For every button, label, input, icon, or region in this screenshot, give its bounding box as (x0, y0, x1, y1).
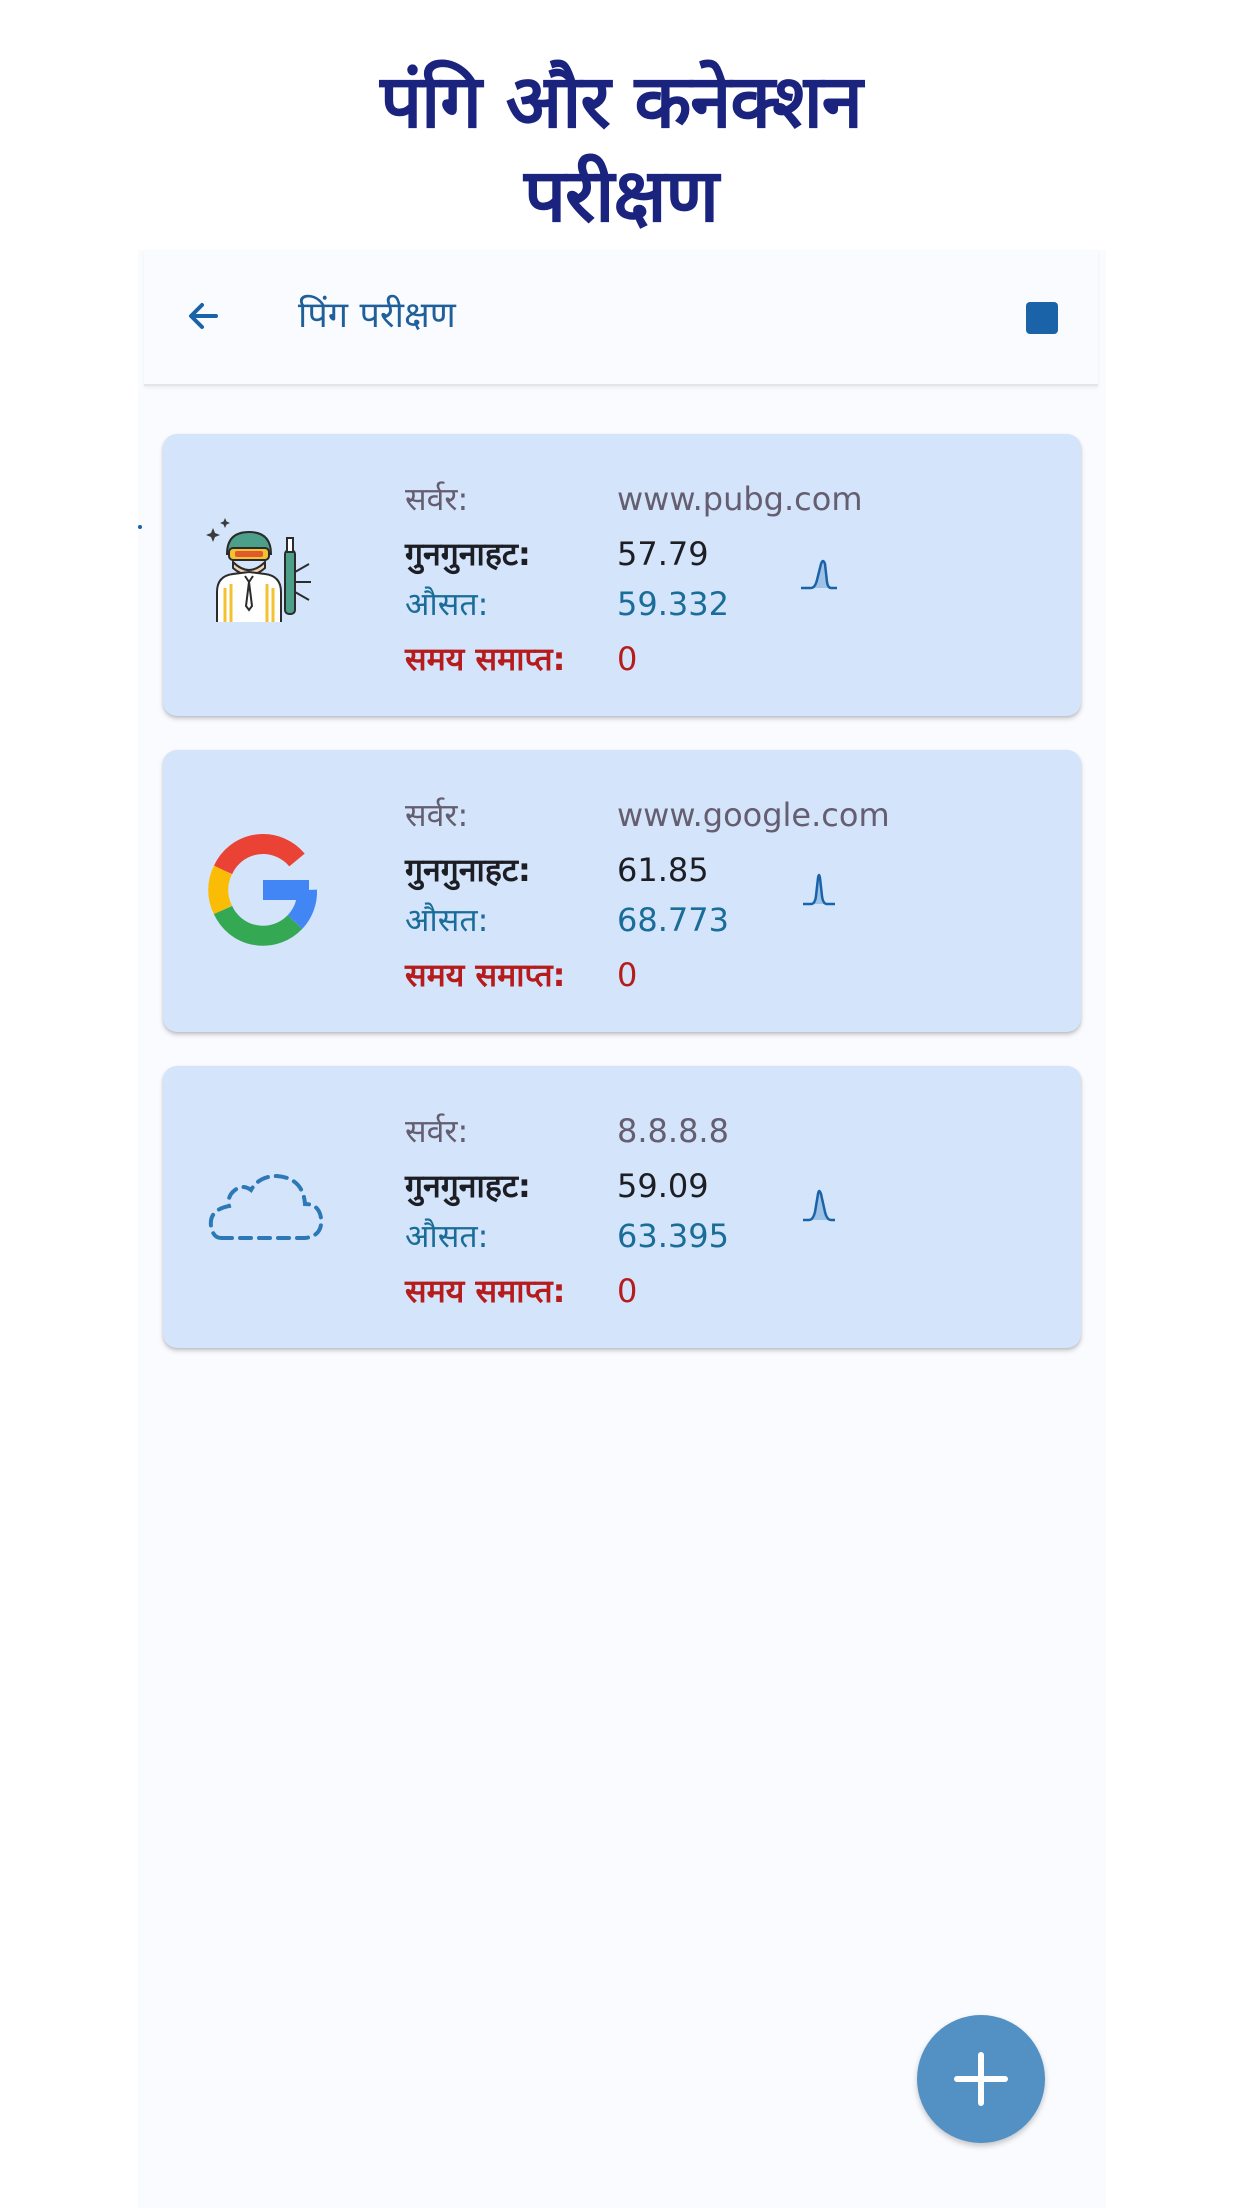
ping-sparkline-icon (803, 1189, 835, 1222)
arrow-left-icon (189, 303, 218, 329)
timeout-label: समय समाप्त: (405, 640, 566, 678)
average-value: 63.395 (617, 1217, 729, 1255)
timeout-label: समय समाप्त: (405, 956, 566, 994)
jitter-value: 59.09 (617, 1167, 709, 1205)
ping-sparkline-icon (801, 559, 837, 590)
average-label: औसत: (405, 1217, 489, 1255)
average-label: औसत: (405, 585, 489, 623)
promo-title-line-2: परीक्षण (523, 153, 719, 239)
timeout-value: 0 (617, 956, 638, 994)
server-label: सर्वर: (405, 796, 469, 834)
ping-card-dns[interactable]: सर्वर: 8.8.8.8 गुनगुनाहट: 59.09 औसत: 63.… (163, 1066, 1081, 1348)
page-title: पिंग परीक्षण (298, 295, 456, 336)
average-value: 68.773 (617, 901, 729, 939)
promo-title-line-1: पंगि और कनेक्शन (380, 59, 863, 145)
server-value: www.pubg.com (617, 480, 863, 518)
jitter-label: गुनगुनाहट: (405, 1167, 531, 1205)
timeout-label: समय समाप्त: (405, 1272, 566, 1310)
jitter-label: गुनगुनाहट: (405, 851, 531, 889)
server-value: 8.8.8.8 (617, 1112, 729, 1150)
ping-card-google[interactable]: सर्वर: www.google.com गुनगुनाहट: 61.85 औ… (163, 750, 1081, 1032)
server-label: सर्वर: (405, 480, 469, 518)
app-bar: पिंग परीक्षण (144, 250, 1098, 386)
stop-button[interactable] (1026, 302, 1058, 334)
dashed-cloud-icon (208, 1173, 324, 1240)
edge-indicator (138, 525, 142, 529)
server-value: www.google.com (617, 796, 890, 834)
server-label: सर्वर: (405, 1112, 469, 1150)
phone-screen: पिंग परीक्षण सर्वर: www.pubg.com गुनगुना… (138, 250, 1106, 2208)
promo-title: पंगि और कनेक्शन परीक्षण (0, 55, 1242, 243)
plus-icon (954, 2052, 1008, 2106)
back-button[interactable] (180, 292, 228, 340)
ping-card-pubg[interactable]: सर्वर: www.pubg.com गुनगुनाहट: 57.79 औसत… (163, 434, 1081, 716)
timeout-value: 0 (617, 640, 638, 678)
average-label: औसत: (405, 901, 489, 939)
add-server-button[interactable] (917, 2015, 1045, 2143)
pubg-soldier-icon (206, 518, 311, 622)
google-g-icon (208, 834, 317, 946)
jitter-label: गुनगुनाहट: (405, 535, 531, 573)
jitter-value: 57.79 (617, 535, 709, 573)
ping-sparkline-icon (803, 873, 835, 906)
timeout-value: 0 (617, 1272, 638, 1310)
jitter-value: 61.85 (617, 851, 709, 889)
average-value: 59.332 (617, 585, 729, 623)
